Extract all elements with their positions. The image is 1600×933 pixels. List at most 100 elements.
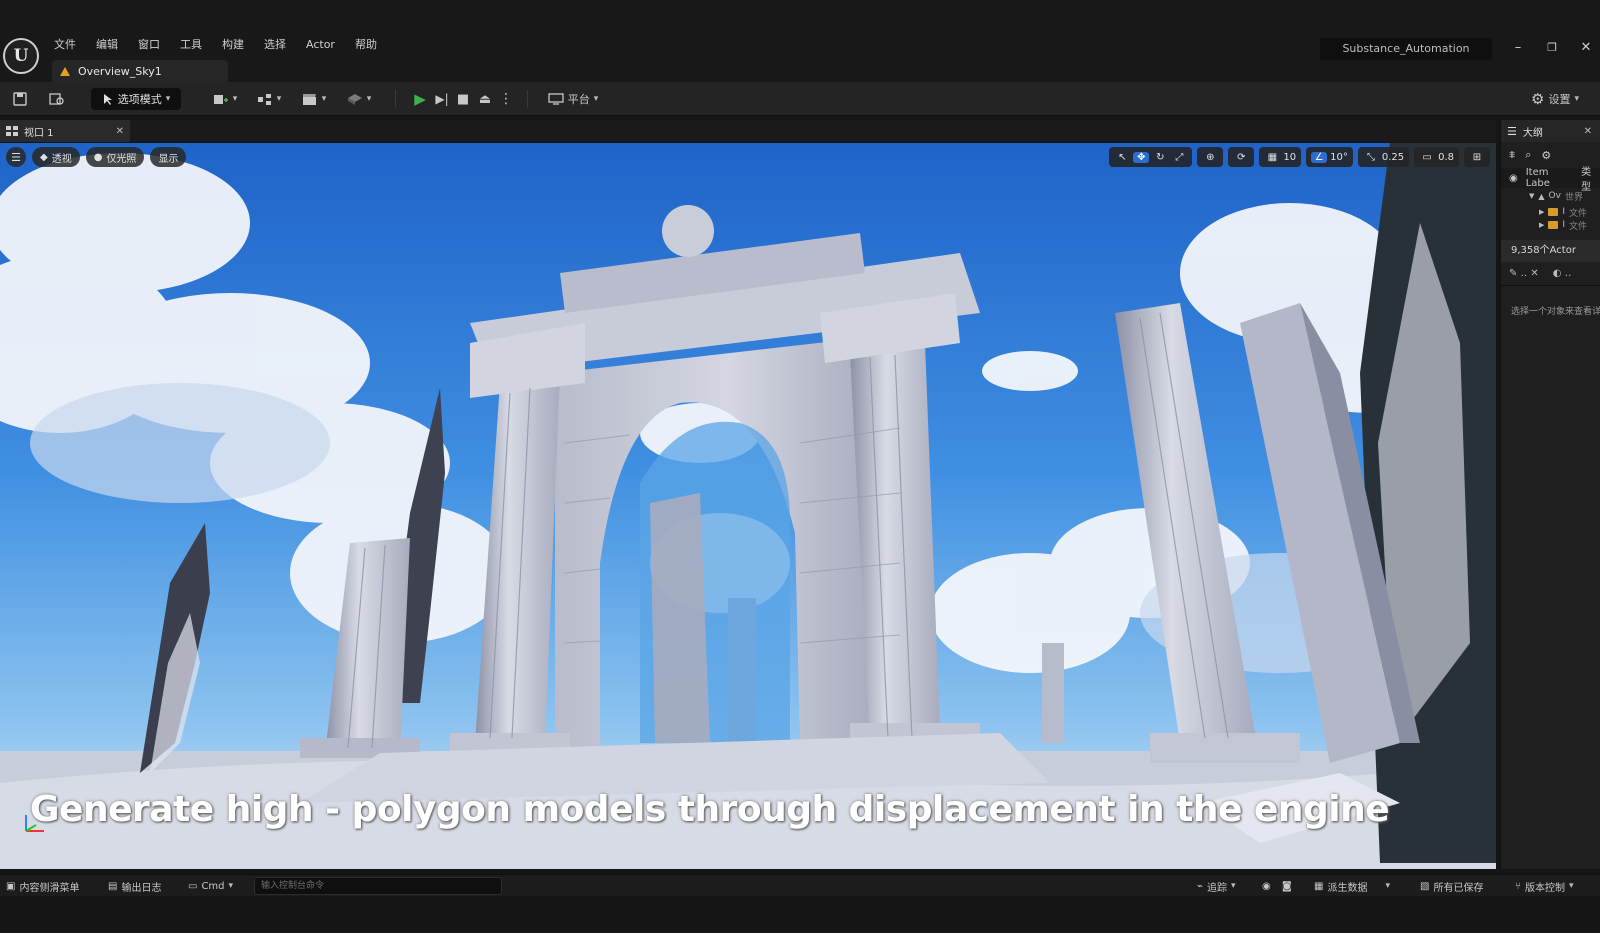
filter-icon[interactable]: ⩨ (1509, 148, 1515, 162)
output-log-button[interactable]: ▤ 输出日志 (108, 878, 161, 894)
tree-item-folder[interactable]: ▶ I 文件 (1501, 204, 1600, 220)
world-settings-tab[interactable]: ◐ ‥ (1553, 268, 1572, 279)
play-button[interactable]: ▶ (410, 88, 430, 110)
minimize-icon[interactable]: – (1510, 40, 1526, 56)
viewport-tab[interactable]: 视口 1 ✕ (0, 120, 130, 142)
cmd-dropdown[interactable]: ▭ Cmd ▾ (188, 878, 233, 894)
close-icon[interactable]: ✕ (1584, 126, 1592, 137)
console-input[interactable] (254, 877, 502, 895)
menu-edit[interactable]: 编辑 (86, 37, 128, 53)
output-log-label: 输出日志 (121, 882, 162, 894)
chevron-down-icon: ▾ (1385, 881, 1390, 891)
save-all-button[interactable]: ▧ 所有已保存 (1420, 878, 1483, 894)
menu-file[interactable]: 文件 (52, 37, 86, 53)
type-column[interactable]: 类型 (1581, 163, 1600, 193)
outliner-icon: ☰ (1507, 124, 1517, 138)
perspective-button[interactable]: ◆ 透视 (32, 147, 80, 167)
expand-icon[interactable]: ▶ (1539, 221, 1544, 229)
menu-tools[interactable]: 工具 (170, 37, 212, 53)
screenshot-button[interactable]: ◙ (1282, 878, 1292, 894)
close-icon[interactable]: ✕ (1578, 40, 1594, 56)
layout-icon: ⊞ (1472, 151, 1482, 163)
unreal-logo-icon[interactable]: U (3, 38, 39, 74)
actor-count: 9,358个Actor (1501, 240, 1600, 262)
main-toolbar: 选项模式 ▾ ▾ ▾ ▾ ▾ ▶ ▶| ■ ⏏ ⋮ 平台 ▾ ⚙ 设置 ▾ (0, 82, 1600, 116)
move-tool-icon[interactable]: ✥ (1133, 151, 1150, 163)
viewport-options-button[interactable]: ☰ (6, 147, 26, 167)
blueprint-icon (257, 94, 271, 105)
content-browser-button[interactable] (46, 88, 68, 110)
window-bottom-margin (0, 896, 1600, 933)
level-viewport[interactable]: ☰ ◆ 透视 ● 仅光照 显示 ↖ ✥ ↻ ⤢ ⊕ ⟳ ▦ 10 ∠ 10° ⤡… (0, 143, 1496, 869)
rotation-snap-button[interactable]: ∠ 10° (1306, 147, 1353, 167)
source-control-button[interactable]: ⑂ 版本控制 ▾ (1515, 878, 1574, 894)
item-label-column[interactable]: Item Labe (1526, 167, 1573, 189)
play-options-button[interactable]: ⋮ (499, 88, 513, 110)
scale-snap-button[interactable]: ⤡ 0.25 (1357, 147, 1410, 167)
select-tool-icon[interactable]: ↖ (1114, 152, 1130, 163)
browse-icon (49, 93, 64, 105)
save-icon (13, 92, 27, 106)
view-mode-button[interactable]: ● 仅光照 (85, 147, 145, 167)
settings-dropdown[interactable]: ⚙ 设置 ▾ (1522, 88, 1588, 110)
cinematics-button[interactable]: ▾ (297, 88, 331, 110)
chevron-down-icon: ▾ (321, 94, 327, 104)
blueprint-button[interactable]: ▾ (252, 88, 286, 110)
settings-label: 设置 (1548, 93, 1571, 106)
save-button[interactable] (10, 88, 30, 110)
menu-build[interactable]: 构建 (212, 37, 254, 53)
eye-icon[interactable]: ◉ (1509, 173, 1518, 184)
tree-item-folder[interactable]: ▶ I 文件 (1501, 220, 1600, 230)
show-button[interactable]: 显示 (150, 147, 187, 167)
restore-icon[interactable]: ❐ (1544, 40, 1560, 56)
surface-snap-button[interactable]: ⟳ (1228, 147, 1255, 167)
selection-mode-label: 选项模式 (117, 93, 162, 106)
details-tabs: ✎ ‥ ✕ ◐ ‥ (1501, 262, 1600, 286)
trace-label: 追踪 (1207, 882, 1228, 894)
surface-snap-icon: ⟳ (1237, 151, 1246, 163)
scale-tool-icon[interactable]: ⤢ (1171, 152, 1187, 163)
expand-icon[interactable]: ▶ (1539, 208, 1544, 216)
chevron-down-icon: ▾ (165, 94, 171, 104)
build-button[interactable]: ▾ (342, 88, 376, 110)
derived-data-button[interactable]: ▦ 派生数据 ▾ (1314, 878, 1390, 894)
details-tab[interactable]: ✎ ‥ ✕ (1509, 268, 1539, 279)
grid-snap-button[interactable]: ▦ 10 (1259, 147, 1302, 167)
selection-mode-dropdown[interactable]: 选项模式 ▾ (91, 88, 181, 110)
camera-speed-value: 0.8 (1438, 151, 1454, 163)
angle-icon: ∠ (1311, 151, 1328, 163)
close-icon[interactable]: ✕ (116, 126, 124, 137)
menu-actor[interactable]: Actor (296, 37, 345, 53)
viewport-layout-button[interactable]: ⊞ (1464, 147, 1490, 167)
menu-window[interactable]: 窗口 (128, 37, 170, 53)
expand-icon[interactable]: ▼ (1529, 192, 1534, 200)
level-tab[interactable]: Overview_Sky1 (52, 60, 228, 82)
add-cube-icon (213, 95, 228, 104)
rotate-tool-icon[interactable]: ↻ (1152, 152, 1168, 163)
level-tab-label: Overview_Sky1 (78, 64, 162, 78)
derived-data-label: 派生数据 (1327, 882, 1368, 894)
build-icon (347, 94, 362, 105)
platforms-dropdown[interactable]: 平台 ▾ (540, 88, 606, 110)
stop-button[interactable]: ■ (454, 88, 472, 110)
camera-speed-button[interactable]: ▭ 0.8 (1414, 147, 1459, 167)
transform-tools: ↖ ✥ ↻ ⤢ (1109, 147, 1193, 167)
search-icon[interactable]: ⌕ (1525, 148, 1531, 162)
outliner-tab[interactable]: ☰ 大纲 ✕ (1501, 120, 1600, 142)
scale-snap-icon: ⤡ (1366, 151, 1375, 163)
menu-select[interactable]: 选择 (254, 37, 296, 53)
eject-button[interactable]: ⏏ (475, 88, 495, 110)
chevron-down-icon: ▾ (593, 94, 599, 104)
step-button[interactable]: ▶| (432, 88, 452, 110)
add-actor-button[interactable]: ▾ (208, 88, 242, 110)
video-caption: Generate high - polygon models through d… (30, 789, 1390, 830)
content-drawer-button[interactable]: ▣ 内容侧滑菜单 (6, 878, 79, 894)
coordinate-space-button[interactable]: ⊕ (1197, 147, 1224, 167)
viewport-right-toolbar: ↖ ✥ ↻ ⤢ ⊕ ⟳ ▦ 10 ∠ 10° ⤡ 0.25 ▭ 0.8 ⊞ (1109, 147, 1490, 167)
derived-data-icon: ▦ (1314, 880, 1324, 892)
record-button[interactable]: ◉ (1262, 878, 1271, 894)
menu-help[interactable]: 帮助 (345, 37, 387, 53)
gear-icon[interactable]: ⚙ (1541, 149, 1551, 162)
perspective-label: 透视 (51, 153, 72, 165)
trace-dropdown[interactable]: ⌁ 追踪 ▾ (1197, 878, 1236, 894)
